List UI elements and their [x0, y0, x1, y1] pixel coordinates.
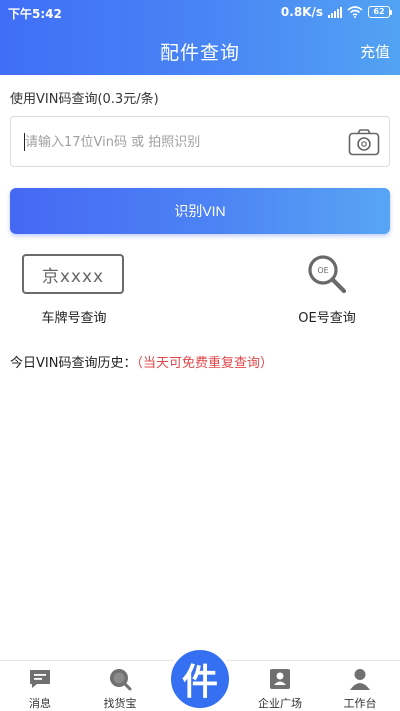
oe-icon-text: OE — [317, 266, 328, 275]
tab-workbench[interactable]: 工作台 — [320, 661, 400, 711]
battery-level: 62 — [368, 6, 390, 18]
oe-search-icon: OE — [308, 255, 347, 294]
vin-input[interactable] — [25, 125, 345, 159]
camera-icon[interactable] — [348, 128, 380, 156]
history-title: 今日VIN码查询历史： — [10, 356, 137, 371]
plate-icon: 京xxxx — [22, 254, 124, 294]
recharge-button[interactable]: 充值 — [360, 41, 390, 62]
plate-query-label: 车牌号查询 — [41, 311, 107, 326]
message-icon — [30, 670, 50, 688]
history-heading: 今日VIN码查询历史：（当天可免费重复查询） — [10, 352, 273, 371]
contact-card-icon — [270, 669, 290, 689]
vin-input-box — [10, 116, 390, 167]
tab-find-goods-label: 找货宝 — [103, 697, 137, 710]
tab-workbench-label: 工作台 — [343, 697, 377, 710]
page-title: 配件查询 — [159, 42, 240, 64]
search-icon — [110, 669, 132, 691]
wifi-icon — [347, 6, 363, 18]
center-parts-button[interactable]: 件 — [168, 647, 232, 711]
history-note: （当天可免费重复查询） — [136, 356, 273, 371]
tab-enterprise-square[interactable]: 企业广场 — [240, 661, 320, 711]
status-indicators: 0.8K/s 62 — [281, 5, 392, 19]
network-speed: 0.8K/s — [280, 5, 323, 19]
signal-icon — [328, 6, 342, 18]
vin-query-hint: 使用VIN码查询(0.3元/条) — [10, 92, 159, 107]
oe-query-option[interactable]: OE OE号查询 — [280, 254, 374, 326]
status-time: 下午5:42 — [8, 7, 62, 21]
plate-query-option[interactable]: 京xxxx 车牌号查询 — [22, 254, 126, 326]
tab-find-goods[interactable]: 找货宝 — [80, 661, 160, 711]
status-bar: 下午5:42 0.8K/s 62 — [0, 0, 400, 24]
tab-message-label: 消息 — [29, 697, 51, 710]
oe-query-label: OE号查询 — [298, 311, 356, 326]
battery-icon: 62 — [368, 6, 392, 18]
recognize-vin-button[interactable]: 识别VIN — [10, 188, 390, 234]
tab-enterprise-square-label: 企业广场 — [258, 697, 302, 710]
plate-sample-text: 京xxxx — [41, 266, 105, 287]
app-header: 下午5:42 0.8K/s 62 配件查询 充值 — [0, 0, 400, 75]
tab-message[interactable]: 消息 — [0, 661, 80, 711]
user-icon — [350, 669, 370, 690]
